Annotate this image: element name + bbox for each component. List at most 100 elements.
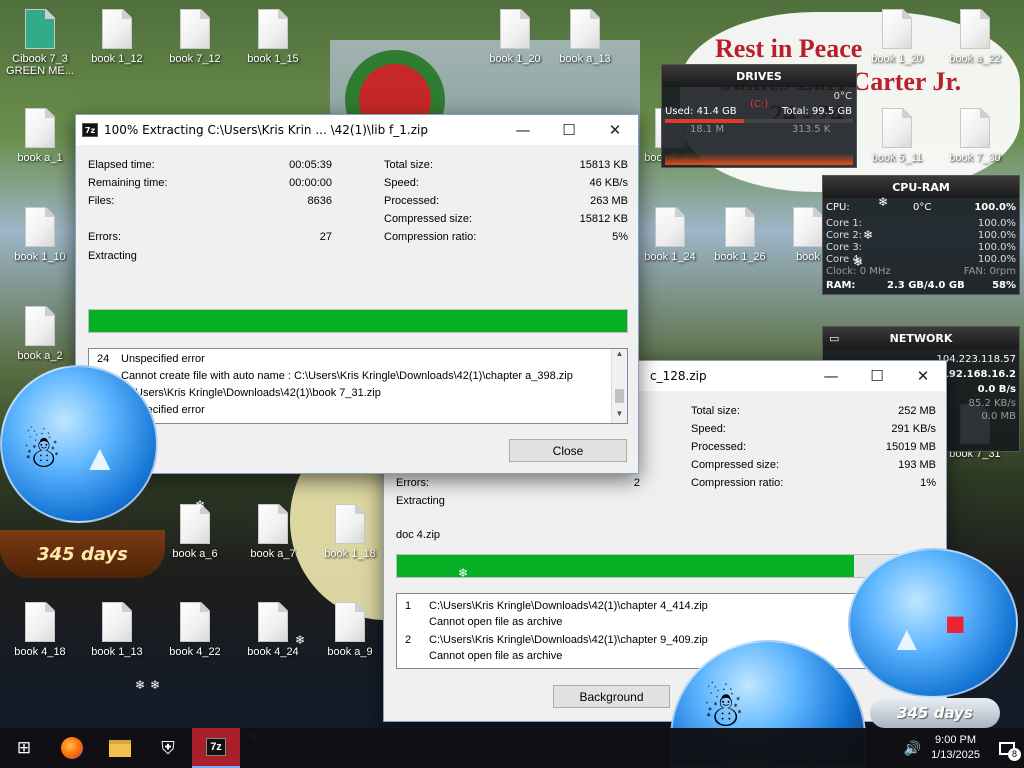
desktop-icon-label: book 7_30: [949, 152, 1001, 164]
log-scrollbar[interactable]: ▲ ▼: [611, 349, 627, 423]
file-icon: [258, 504, 288, 544]
scroll-thumb[interactable]: [615, 389, 624, 403]
taskbar-security[interactable]: ⛨: [144, 728, 192, 768]
core-percent: 100.0%: [977, 242, 1016, 253]
extract-dialog-main[interactable]: 7z 100% Extracting C:\Users\Kris Krin ..…: [75, 114, 639, 474]
snowflake-icon: ❄: [458, 566, 469, 580]
core-label: Core 3:: [826, 242, 863, 253]
errors-label: Errors:: [88, 231, 121, 243]
desktop-icon-label: book 4_22: [169, 646, 221, 658]
total-size-label: Total size:: [691, 405, 740, 417]
desktop-icon-label: book 1_12: [91, 53, 143, 65]
cpu-temp: 0°C: [913, 202, 932, 213]
snowflake-icon: ❄: [853, 255, 864, 269]
drives-drive-label: (C:): [750, 99, 769, 110]
desktop-icon[interactable]: book 1_15: [233, 5, 313, 89]
desktop-icon[interactable]: book 1_20: [857, 5, 937, 89]
desktop-icon-label: Cibook 7_3 GREEN ME...: [6, 53, 74, 77]
files-value: 8636: [307, 195, 332, 207]
desktop-icon[interactable]: book a_22: [935, 5, 1015, 89]
taskbar: ⊞ ⛨ 7z 🔊 9:00 PM 1/13/2025 8: [0, 728, 1024, 768]
core-percent: 100.0%: [977, 254, 1016, 265]
speed-label: Speed:: [691, 423, 726, 435]
days-counter-right: 345 days: [870, 698, 1000, 728]
taskbar-firefox[interactable]: [48, 728, 96, 768]
close-window-button[interactable]: ✕: [900, 361, 946, 391]
desktop-icon-label: book 1_26: [714, 251, 766, 263]
main-title-bar[interactable]: 7z 100% Extracting C:\Users\Kris Krin ..…: [76, 115, 638, 145]
volume-icon[interactable]: 🔊: [904, 740, 921, 757]
file-icon: [335, 602, 365, 642]
notification-button[interactable]: 8: [990, 728, 1024, 768]
scroll-up-arrow-icon[interactable]: ▲: [612, 349, 627, 363]
file-icon: [258, 9, 288, 49]
close-button[interactable]: Close: [509, 439, 627, 462]
total-size-value: 15813 KB: [579, 159, 628, 171]
error-log[interactable]: 24 Unspecified error Cannot create file …: [88, 348, 628, 424]
snow-globe-widget-left[interactable]: ☃ ▲: [0, 365, 158, 523]
status-text: Extracting: [396, 495, 445, 507]
core-row: Core 2: 100.0%: [826, 230, 1016, 241]
log-message: Cannot open file as archive: [429, 616, 563, 628]
file-icon: [570, 9, 600, 49]
file-icon: [102, 9, 132, 49]
desktop-icon[interactable]: book 1_18: [310, 500, 390, 584]
drives-gadget[interactable]: DRIVES 0°C (C:) Used: 41.4 GB Total: 99.…: [661, 64, 857, 168]
desktop-icon[interactable]: book 1_20: [475, 5, 555, 89]
minimize-button[interactable]: —: [808, 361, 854, 391]
cpu-percent: 100.0%: [974, 202, 1016, 213]
cpu-label: CPU:: [826, 202, 850, 213]
desktop-icon[interactable]: book 4_22: [155, 598, 235, 682]
core-row: Core 3: 100.0%: [826, 242, 1016, 253]
desktop-icon[interactable]: book 1_12: [77, 5, 157, 89]
desktop-icon[interactable]: book 1_13: [77, 598, 157, 682]
scroll-down-arrow-icon[interactable]: ▼: [612, 409, 627, 423]
desktop-icon[interactable]: book a_9: [310, 598, 390, 682]
desktop-icon[interactable]: book 1_24: [630, 203, 710, 287]
desktop-icon-label: book 1_20: [871, 53, 923, 65]
desktop-icon[interactable]: book a_7: [233, 500, 313, 584]
desktop-icon[interactable]: book 7_12: [155, 5, 235, 89]
fan-readout: FAN: 0rpm: [963, 266, 1016, 277]
core-label: Core 2:: [826, 230, 863, 241]
processed-label: Processed:: [384, 195, 440, 207]
snowflake-icon: ❄: [863, 228, 874, 242]
secondary-window-title: c_128.zip: [650, 369, 707, 383]
compression-ratio-value: 1%: [920, 477, 936, 489]
elapsed-time-value: 00:05:39: [289, 159, 332, 171]
desktop-icon-label: book a_9: [327, 646, 373, 658]
desktop-icon[interactable]: book a_1: [0, 104, 80, 188]
compressed-size-value: 15812 KB: [579, 213, 628, 225]
desktop-icon-label: book 1_15: [247, 53, 299, 65]
desktop-icon[interactable]: book 1_10: [0, 203, 80, 287]
desktop-icon-label: book a_2: [17, 350, 63, 362]
taskbar-7zip[interactable]: 7z: [192, 728, 240, 768]
close-window-button[interactable]: ✕: [592, 115, 638, 145]
snowflake-icon: ❄: [135, 678, 146, 692]
upload-total: 0.0 MB: [981, 411, 1016, 422]
start-button[interactable]: ⊞: [0, 728, 48, 768]
total-size-label: Total size:: [384, 159, 433, 171]
desktop-icon[interactable]: Cibook 7_3 GREEN ME...: [0, 5, 80, 89]
cpu-ram-gadget[interactable]: CPU-RAM CPU: 0°C 100.0% Core 1: 100.0% Co…: [822, 175, 1020, 295]
files-label: Files:: [88, 195, 115, 207]
file-icon: [25, 9, 55, 49]
maximize-button[interactable]: ☐: [546, 115, 592, 145]
desktop-icon-label: book 1_13: [91, 646, 143, 658]
background-button[interactable]: Background: [553, 685, 670, 708]
desktop-icon[interactable]: book 4_18: [0, 598, 80, 682]
maximize-button[interactable]: ☐: [854, 361, 900, 391]
clock[interactable]: 9:00 PM 1/13/2025: [931, 733, 980, 763]
core-label: Core 1:: [826, 218, 863, 229]
speed-label: Speed:: [384, 177, 419, 189]
days-counter-text: 345 days: [37, 543, 128, 565]
taskbar-file-explorer[interactable]: [96, 728, 144, 768]
snow-globe-widget-right[interactable]: ■ ▲: [848, 548, 1018, 698]
desktop-icon-label: book 5_11: [871, 152, 923, 164]
minimize-button[interactable]: —: [500, 115, 546, 145]
desktop-icon[interactable]: book a_6: [155, 500, 235, 584]
desktop-icon[interactable]: book a_13: [545, 5, 625, 89]
compression-ratio-label: Compression ratio:: [384, 231, 477, 243]
processed-label: Processed:: [691, 441, 747, 453]
7zip-app-icon: 7z: [206, 738, 226, 756]
